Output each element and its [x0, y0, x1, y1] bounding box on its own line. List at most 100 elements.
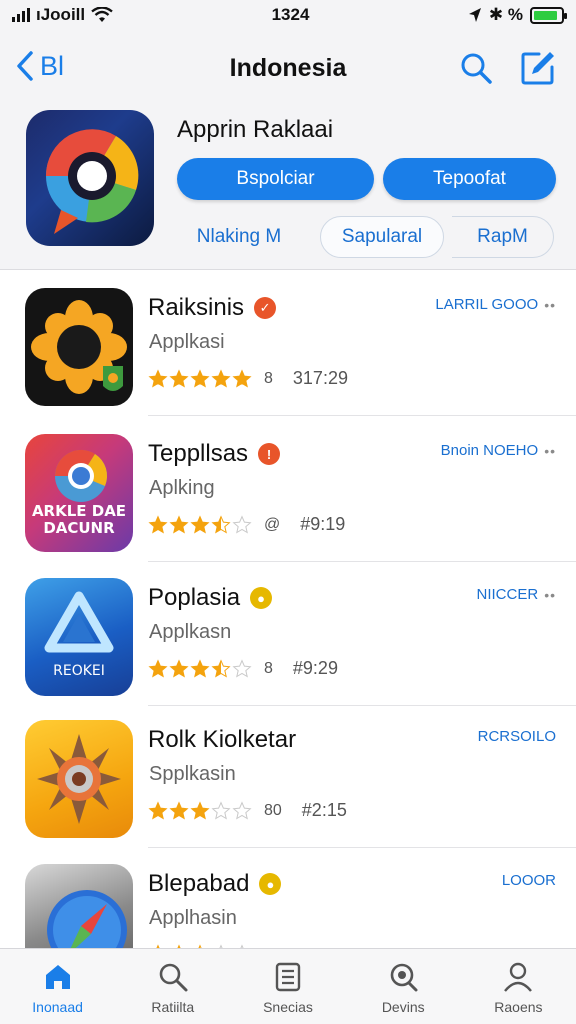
- header: Bl Indonesia Apprin Raklaai Bspolciar Te…: [0, 30, 576, 270]
- app-name: Teppllsas: [148, 440, 249, 467]
- star-icon: [232, 800, 252, 820]
- status-right-text: ✱ %: [488, 5, 523, 24]
- signal-icon: [12, 8, 30, 22]
- star-icon: [232, 658, 252, 678]
- alert-badge-icon: !: [258, 443, 281, 465]
- tab-bar: Inonaad Ratiilta Snecias Devins Raoens: [0, 948, 576, 1024]
- star-icon: [211, 514, 231, 534]
- get-button[interactable]: LOOOR: [502, 872, 556, 889]
- star-icon: [190, 368, 210, 388]
- segment-rapm[interactable]: RapM: [452, 216, 554, 258]
- list-icon: [275, 962, 301, 992]
- star-rating: [148, 368, 252, 389]
- rating: 8 317:29: [148, 368, 348, 389]
- star-icon: [148, 658, 168, 678]
- tab-devins[interactable]: Devins: [346, 949, 461, 1024]
- star-icon: [148, 514, 168, 534]
- app-subtitle: Applhasin: [149, 907, 237, 929]
- get-button[interactable]: LARRIL GOOO ••: [435, 296, 556, 313]
- status-left: ıJooill: [12, 5, 113, 25]
- get-button[interactable]: NIICCER ••: [477, 586, 556, 603]
- list-item[interactable]: Blepabad ● Applhasin LOOOR: [0, 848, 576, 948]
- home-icon: [45, 965, 70, 989]
- primary-action-button[interactable]: Bspolciar: [177, 158, 374, 200]
- list-item[interactable]: ARKLE DAE DACUNR Teppllsas! Aplking @ #9:…: [0, 418, 576, 562]
- more-dots-icon[interactable]: ••: [544, 443, 556, 459]
- icon-text-line2: DACUNR: [43, 519, 115, 537]
- star-icon: [190, 658, 210, 678]
- rating-number: 317:29: [292, 368, 348, 388]
- star-icon: [148, 800, 168, 820]
- tab-label: Devins: [381, 999, 425, 1015]
- app-name-row: Raiksinis ✓: [148, 294, 277, 322]
- app-icon-triangle[interactable]: REOKEI: [25, 578, 133, 696]
- star-rating: [148, 800, 252, 821]
- icon-text-line1: ARKLE DAE: [32, 502, 126, 520]
- compose-button[interactable]: [518, 48, 558, 88]
- rating-number: #9:19: [300, 514, 346, 534]
- get-button[interactable]: RCRSOILO: [478, 728, 556, 745]
- app-name-row: Teppllsas!: [148, 440, 281, 468]
- status-right: ✱ %: [468, 5, 567, 25]
- status-time: 1324: [271, 5, 310, 24]
- action-label: NIICCER: [476, 586, 539, 603]
- chat-logo-icon: [45, 129, 139, 234]
- tab-list[interactable]: Snecias: [230, 949, 345, 1024]
- rating-count: 80: [264, 801, 282, 819]
- star-icon: [169, 800, 189, 820]
- list-item[interactable]: REOKEI Poplasia ● Applkasn 8 #9:29 NIICCER…: [0, 562, 576, 706]
- list-item[interactable]: Raiksinis ✓ Applkasi 8 317:29 LARRIL GOOO •…: [0, 272, 576, 416]
- star-icon: [190, 800, 210, 820]
- carrier-label: ıJooill: [36, 5, 86, 24]
- featured-app-icon[interactable]: [26, 110, 154, 246]
- star-icon: [211, 368, 231, 388]
- person-icon: [504, 962, 533, 992]
- app-name: Blepabad: [148, 870, 250, 897]
- app-subtitle: Applkasn: [149, 621, 232, 643]
- more-dots-icon[interactable]: ••: [544, 587, 556, 603]
- wifi-icon: [91, 7, 113, 22]
- search-icon: [159, 963, 188, 992]
- tab-home[interactable]: Inonaad: [0, 949, 115, 1024]
- tab-label: Snecias: [263, 999, 313, 1015]
- segment-popular[interactable]: Sapularal: [320, 216, 444, 258]
- star-icon: [211, 800, 231, 820]
- app-list: Raiksinis ✓ Applkasi 8 317:29 LARRIL GOOO •…: [0, 272, 576, 948]
- star-rating: [148, 514, 252, 535]
- star-icon: [232, 368, 252, 388]
- star-icon: [169, 514, 189, 534]
- star-icon: [148, 368, 168, 388]
- app-icon-sun[interactable]: [25, 288, 133, 406]
- app-icon-compass[interactable]: [25, 864, 133, 948]
- app-name-row: Poplasia ●: [148, 584, 273, 612]
- list-item[interactable]: Rolk Kiolketar Spplkasin 80 #2:15 RCRSOIL…: [0, 704, 576, 848]
- rating-count: @: [264, 515, 281, 533]
- segment-making[interactable]: Nlaking M: [180, 216, 298, 258]
- divider: [148, 415, 576, 416]
- location-arrow-icon: [468, 8, 481, 22]
- app-icon-gear[interactable]: [25, 720, 133, 838]
- battery-icon: [529, 6, 567, 24]
- search-icon: [461, 53, 492, 84]
- tab-search[interactable]: Ratiilta: [115, 949, 230, 1024]
- action-label: LOOOR: [501, 872, 556, 889]
- icon-text: REOKEI: [53, 663, 105, 679]
- app-subtitle: Aplking: [149, 477, 215, 499]
- get-button[interactable]: Bnoin NOEHO ••: [441, 442, 556, 459]
- search-button[interactable]: [456, 48, 496, 88]
- tab-label: Ratiilta: [151, 999, 195, 1015]
- app-subtitle: Spplkasin: [149, 763, 236, 785]
- app-icon-browser[interactable]: ARKLE DAE DACUNR: [25, 434, 133, 552]
- verified-badge-icon: ✓: [254, 297, 277, 319]
- rating-number: #9:29: [292, 658, 338, 678]
- rating-count: 8: [264, 369, 273, 387]
- star-icon: [190, 514, 210, 534]
- medal-badge-icon: ●: [259, 873, 282, 895]
- secondary-action-button[interactable]: Tepoofat: [383, 158, 556, 200]
- tab-profile[interactable]: Raoens: [461, 949, 576, 1024]
- magnifier-icon: [390, 963, 418, 992]
- rating: 8 #9:29: [148, 658, 338, 679]
- more-dots-icon[interactable]: ••: [544, 297, 556, 313]
- app-name-row: Rolk Kiolketar: [148, 726, 296, 754]
- rating-number: #2:15: [301, 800, 347, 820]
